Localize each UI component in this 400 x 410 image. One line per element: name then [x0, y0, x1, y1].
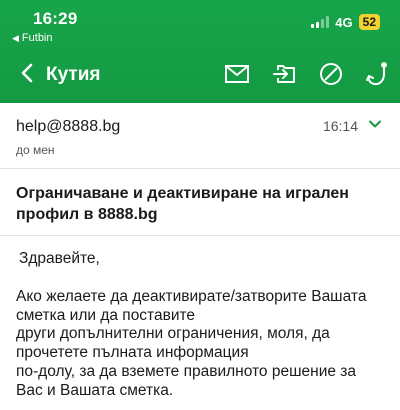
body-line: Ако желаете да деактивирате/затворите Ва… — [16, 287, 367, 305]
signal-icon — [311, 16, 330, 28]
back-app-label: Futbin — [21, 32, 53, 44]
body-line: Вас и Вашата сметка. — [16, 381, 174, 399]
status-indicators: 4G 52 — [311, 14, 380, 30]
message-subject: Ограничаване и деактивиране на игрален п… — [16, 183, 386, 225]
message-body: Здравейте, Ако желаете да деактивирате/з… — [16, 250, 388, 401]
subject-line: Ограничаване и деактивиране на игрален — [16, 185, 349, 202]
folder-title[interactable]: Кутия — [46, 64, 100, 86]
move-to-folder-icon[interactable] — [272, 61, 298, 87]
divider — [0, 168, 400, 169]
envelope-icon[interactable] — [224, 61, 250, 87]
message-time: 16:14 — [322, 118, 358, 134]
battery-level: 52 — [358, 14, 380, 30]
sender-address[interactable]: help@8888.bg — [16, 118, 120, 136]
greeting-text: Здравейте, — [19, 250, 100, 267]
mail-toolbar: Кутия — [0, 55, 400, 95]
chevron-down-icon[interactable] — [368, 117, 382, 131]
hook-icon[interactable] — [364, 61, 390, 87]
chevron-left-icon[interactable] — [16, 61, 40, 85]
status-time: 16:29 — [33, 9, 78, 28]
divider — [0, 235, 400, 236]
subject-line: профил в 8888.bg — [16, 206, 158, 223]
block-icon[interactable] — [318, 61, 344, 87]
back-to-app-link[interactable]: ◀ Futbin — [12, 32, 53, 44]
recipient-label: до мен — [16, 143, 55, 157]
body-line: други допълнителни ограничения, моля, да — [16, 325, 330, 343]
body-line: по-долу, за да вземете правилното решени… — [16, 362, 357, 380]
body-line: прочетете пълната информация — [16, 344, 249, 362]
app-header: 16:29 ◀ Futbin 4G 52 Кутия — [0, 0, 400, 103]
network-type: 4G — [335, 14, 353, 30]
body-line: сметка или да поставите — [16, 306, 196, 324]
back-triangle-icon: ◀ — [12, 32, 19, 43]
